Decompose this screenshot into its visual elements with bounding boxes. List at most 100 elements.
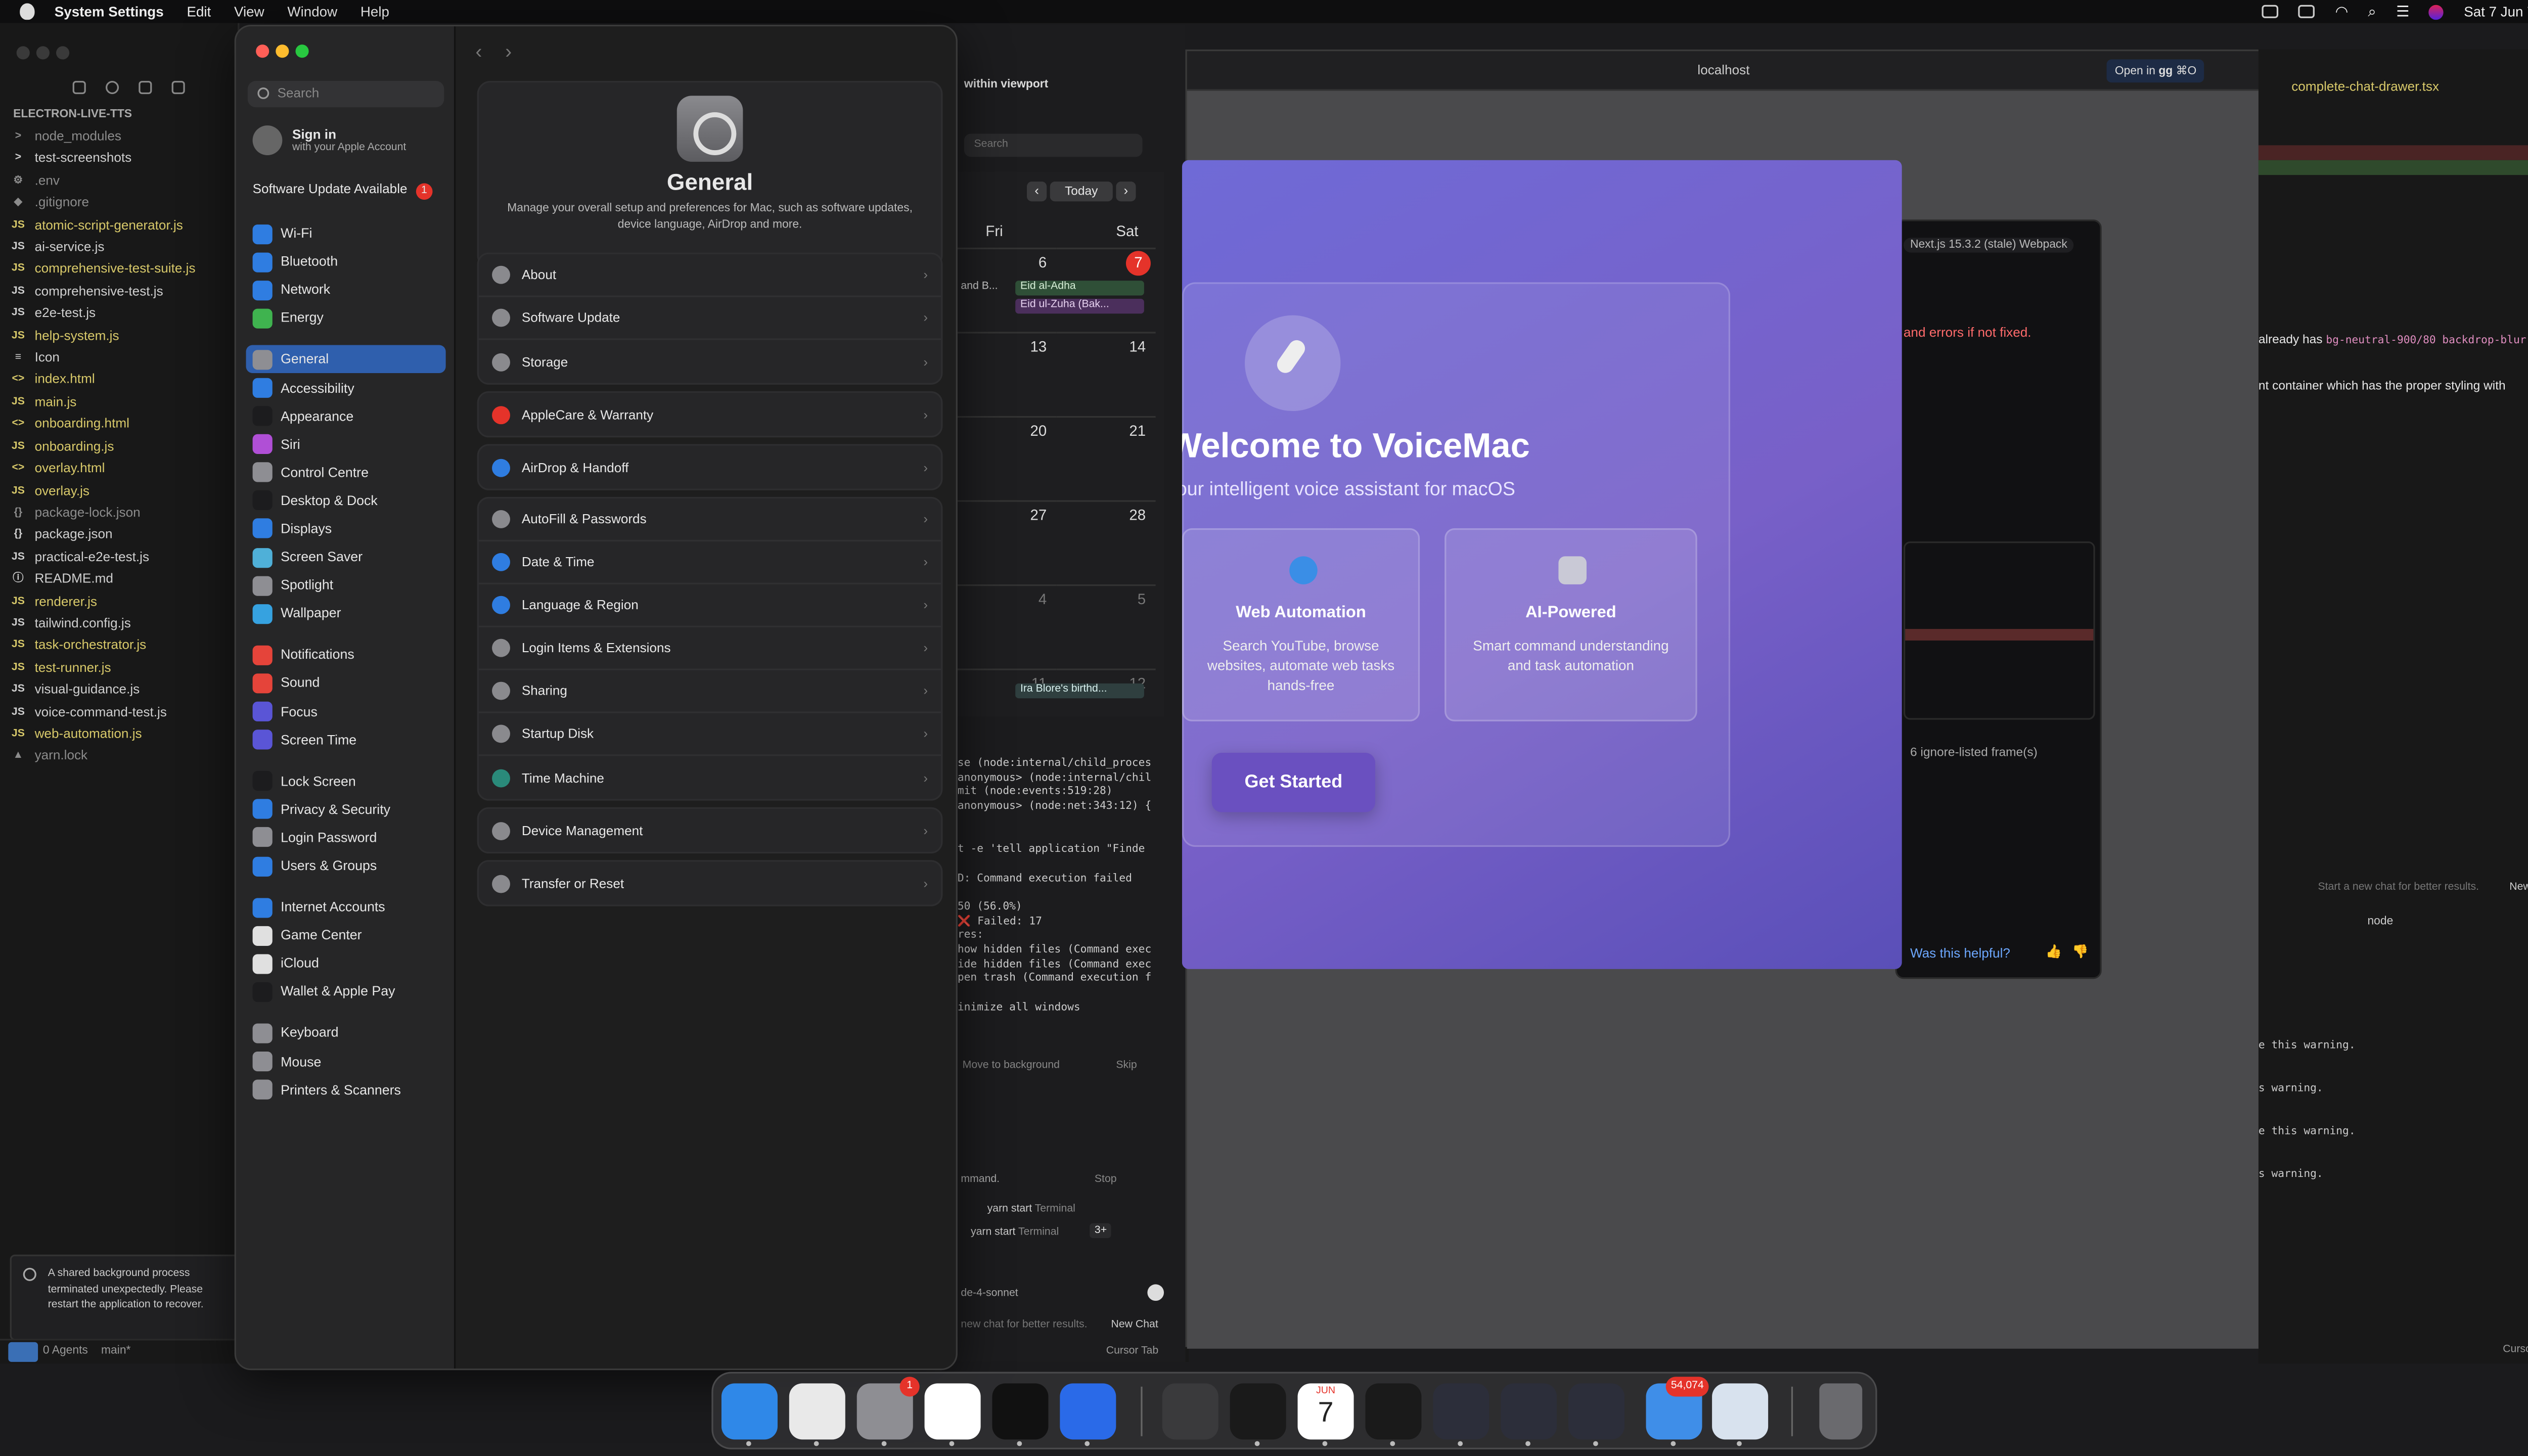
menu-edit[interactable]: Edit [187, 4, 211, 20]
thumbs-down-icon[interactable]: 👎 [2072, 944, 2089, 959]
electron-icon-3[interactable] [1568, 1383, 1625, 1440]
sidebar-item[interactable]: Internet Accounts [246, 893, 446, 922]
activity-monitor-icon[interactable] [1365, 1383, 1422, 1440]
ignored-frames-toggle[interactable]: 6 ignore-listed frame(s) [1910, 745, 2038, 759]
sidebar-item[interactable]: Mouse [246, 1048, 446, 1076]
settings-row[interactable]: AirDrop & Handoff › [479, 446, 941, 489]
settings-row[interactable]: Startup Disk › [478, 713, 941, 756]
sidebar-item[interactable]: Siri [246, 430, 446, 459]
today-button[interactable]: Today [1050, 181, 1113, 202]
calendar-day[interactable]: 14 [1056, 332, 1156, 416]
menu-app-name[interactable]: System Settings [55, 4, 164, 20]
settings-row[interactable]: Language & Region › [478, 584, 941, 627]
file-item[interactable]: JS overlay.js [10, 480, 241, 502]
settings-row[interactable]: About › [478, 254, 941, 297]
settings-search[interactable]: Search [247, 80, 444, 108]
url-field[interactable]: localhost [1187, 63, 2260, 77]
sidebar-item[interactable]: Screen Saver [246, 543, 446, 571]
yarn-chip-1[interactable]: yarn start Terminal [987, 1203, 1075, 1215]
sidebar-item[interactable]: Focus [246, 698, 446, 726]
new-chat-button[interactable]: New Chat [1111, 1319, 1158, 1331]
calendar-event[interactable]: Eid ul-Zuha (Bak... [1015, 299, 1144, 314]
calendar-day[interactable]: 4 [957, 584, 1057, 669]
forward-arrow-icon[interactable]: › [505, 39, 535, 63]
model-selector[interactable]: de-4-sonnet [961, 1288, 1018, 1299]
file-item[interactable]: JS onboarding.js [10, 435, 241, 458]
sidebar-item[interactable]: Login Password [246, 824, 446, 852]
file-item[interactable]: {} package.json [10, 524, 241, 546]
settings-row[interactable]: Time Machine › [479, 756, 941, 799]
menu-clock[interactable]: Sat 7 Jun 7:53PM [2464, 4, 2528, 20]
sidebar-item[interactable]: Lock Screen [246, 767, 446, 795]
sidebar-item[interactable]: Appearance [246, 402, 446, 430]
new-chat-button[interactable]: New Chat [2509, 882, 2528, 893]
file-item[interactable]: {} package-lock.json [10, 502, 241, 524]
sidebar-item[interactable]: Network [246, 276, 446, 304]
zoom-button[interactable] [295, 44, 309, 58]
send-icon[interactable] [1147, 1284, 1164, 1301]
calendar-day[interactable]: 20 [957, 416, 1057, 500]
sidebar-item[interactable]: Wallet & Apple Pay [246, 978, 446, 1006]
mail-icon[interactable]: 54,074 [1646, 1377, 1709, 1440]
display-icon[interactable] [2262, 5, 2279, 18]
settings-row[interactable]: Software Update › [478, 297, 941, 340]
sidebar-item[interactable]: General [246, 345, 446, 374]
back-arrow-icon[interactable]: ‹ [475, 39, 505, 63]
menu-help[interactable]: Help [360, 4, 389, 20]
sidebar-item[interactable]: Control Centre [246, 459, 446, 487]
prev-arrow-icon[interactable]: ‹ [1027, 181, 1047, 202]
file-item[interactable]: JS test-runner.js [10, 657, 241, 679]
slack-icon[interactable] [924, 1383, 981, 1440]
sidebar-item[interactable]: Desktop & Dock [246, 487, 446, 515]
calendar-search[interactable]: Search [964, 133, 1143, 157]
wifi-icon[interactable]: ◠ [2335, 3, 2349, 21]
sidebar-item[interactable]: Wi-Fi [246, 219, 446, 248]
open-in-button[interactable]: Open in gg ⌘O [2106, 59, 2205, 83]
settings-row[interactable]: Date & Time › [478, 541, 941, 584]
file-item[interactable]: JS e2e-test.js [10, 302, 241, 325]
apple-account-signin[interactable]: Sign in with your Apple Account [252, 125, 406, 155]
file-item[interactable]: JS help-system.js [10, 325, 241, 347]
file-item[interactable]: ⚙ .env [10, 170, 241, 192]
preview-icon[interactable] [1712, 1383, 1769, 1440]
sidebar-item[interactable]: Screen Time [246, 725, 446, 754]
file-item[interactable]: ≡ Icon [10, 347, 241, 369]
sidebar-item[interactable]: Game Center [246, 922, 446, 950]
sidebar-item[interactable]: Notifications [246, 641, 446, 669]
file-item[interactable]: > test-screenshots [10, 148, 241, 170]
search-icon[interactable]: ⌕ [2368, 3, 2376, 21]
raycast-icon[interactable] [1060, 1383, 1116, 1440]
file-item[interactable]: JS comprehensive-test.js [10, 281, 241, 303]
control-centre-icon[interactable]: ☰ [2396, 3, 2409, 21]
calendar-day[interactable]: 12 [1056, 668, 1156, 753]
cursor-icon[interactable] [992, 1383, 1049, 1440]
apple-icon[interactable] [20, 3, 35, 20]
trash-icon[interactable] [1819, 1383, 1863, 1440]
nextjs-version-badge[interactable]: Next.js 15.3.2 (stale) Webpack [1903, 238, 2074, 253]
extensions-icon[interactable] [171, 80, 185, 95]
file-item[interactable]: JS atomic-script-generator.js [10, 214, 241, 236]
calendar-icon[interactable]: JUN 7 [1297, 1383, 1354, 1440]
sidebar-item[interactable]: Accessibility [246, 374, 446, 402]
minimize-button[interactable] [276, 44, 289, 58]
sidebar-item[interactable]: Sound [246, 669, 446, 698]
calendar-day[interactable]: 28 [1056, 500, 1156, 584]
more-chip[interactable]: 3+ [1090, 1223, 1112, 1238]
branch-status[interactable]: main* [101, 1345, 130, 1357]
file-item[interactable]: <> onboarding.html [10, 413, 241, 435]
next-arrow-icon[interactable]: › [1116, 181, 1136, 202]
file-item[interactable]: JS ai-service.js [10, 236, 241, 258]
sidebar-item[interactable]: iCloud [246, 949, 446, 978]
file-item[interactable]: JS practical-e2e-test.js [10, 546, 241, 568]
system-settings-icon[interactable]: 1 [856, 1377, 920, 1440]
minimize-button[interactable] [36, 46, 50, 60]
sidebar-item[interactable]: Printers & Scanners [246, 1076, 446, 1104]
software-update-available[interactable]: Software Update Available 1 [253, 181, 433, 200]
project-title[interactable]: ELECTRON-LIVE-TTS [13, 109, 132, 121]
stop-button[interactable]: Stop [1095, 1174, 1117, 1186]
skip-button[interactable]: Skip [1116, 1060, 1137, 1071]
file-item[interactable]: ◆ .gitignore [10, 192, 241, 214]
calendar-event[interactable]: Eid al-Adha [1015, 281, 1144, 296]
file-item[interactable]: JS main.js [10, 391, 241, 413]
yarn-chip-2[interactable]: yarn start Terminal [971, 1226, 1059, 1238]
